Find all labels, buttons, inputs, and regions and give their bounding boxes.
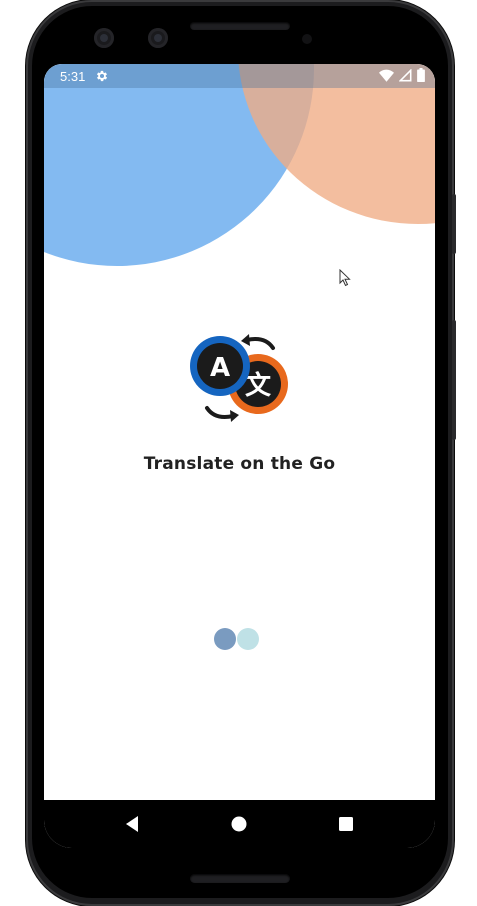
recents-icon — [339, 817, 353, 831]
splash-screen: 5:31 文 A Translate on the Go — [44, 64, 435, 800]
decor-circle-orange — [238, 64, 435, 224]
status-time: 5:31 — [60, 68, 86, 84]
logo-secondary-glyph: 文 — [245, 370, 272, 401]
earpiece-speaker — [190, 22, 290, 30]
status-icons — [379, 68, 425, 82]
battery-icon — [417, 68, 425, 82]
settings-gear-icon — [97, 70, 108, 82]
bottom-speaker — [190, 874, 290, 883]
power-button — [452, 194, 456, 254]
volume-button — [452, 320, 456, 440]
device-screen: 5:31 文 A Translate on the Go — [44, 64, 435, 848]
home-icon — [231, 816, 247, 832]
back-icon — [126, 816, 138, 832]
front-camera-right — [148, 28, 168, 48]
front-camera-left — [94, 28, 114, 48]
back-button[interactable] — [120, 812, 144, 836]
loading-dot — [214, 628, 236, 650]
mouse-cursor-icon — [339, 269, 351, 287]
navigation-bar — [44, 800, 435, 848]
logo-primary-letter: A — [210, 353, 230, 383]
app-logo-translate-icon: 文 A — [190, 334, 288, 422]
wifi-icon — [379, 69, 394, 82]
home-button[interactable] — [227, 812, 251, 836]
loading-dot — [237, 628, 259, 650]
app-title: Translate on the Go — [143, 454, 336, 474]
loading-indicator — [214, 628, 266, 650]
recents-button[interactable] — [334, 812, 358, 836]
cellular-signal-icon — [399, 68, 412, 81]
status-bar: 5:31 — [44, 64, 435, 88]
proximity-sensor — [302, 34, 312, 44]
